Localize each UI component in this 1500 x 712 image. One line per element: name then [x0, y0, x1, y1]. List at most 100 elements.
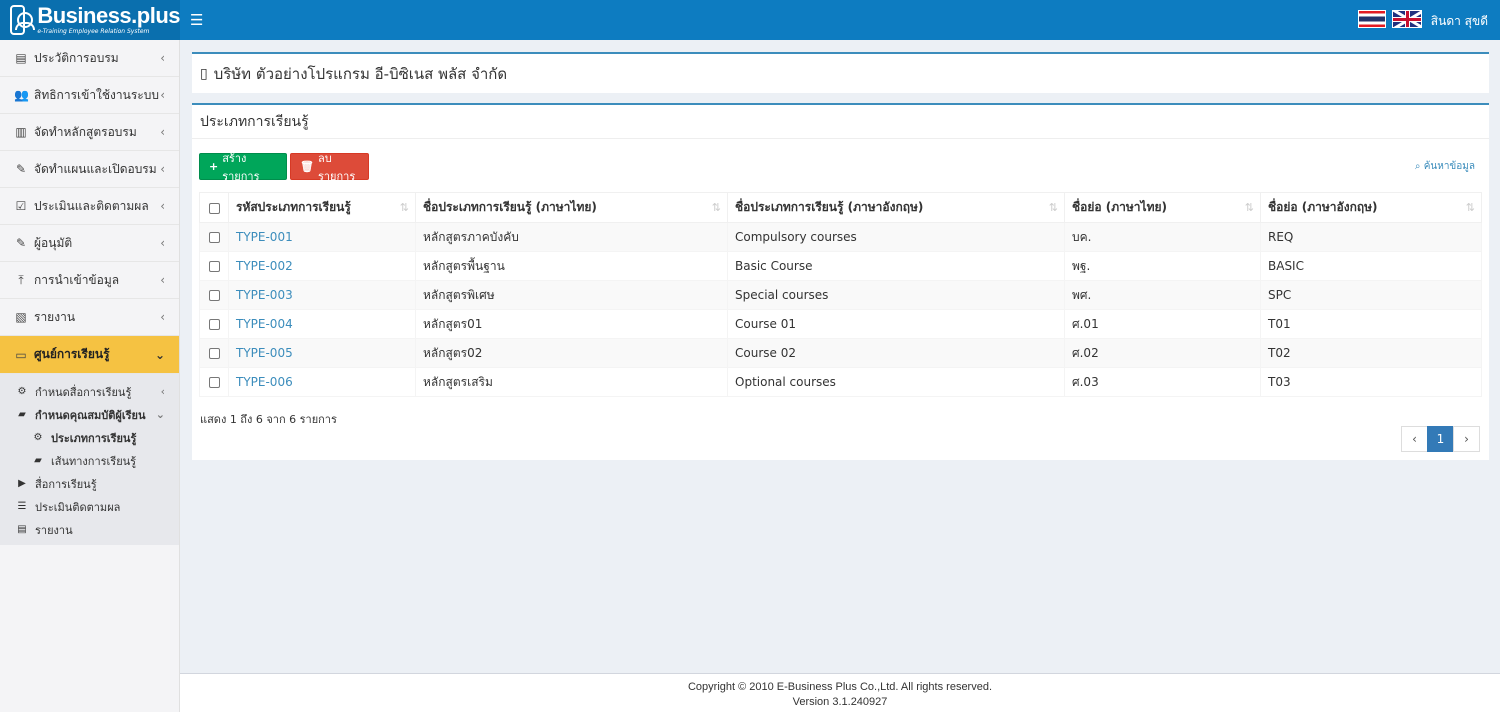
type-code-link[interactable]: TYPE-006: [236, 375, 293, 389]
sidebar-item-training-plan[interactable]: ✎ จัดทำแผนและเปิดอบรม ‹: [0, 151, 179, 188]
list-icon: ☰: [17, 501, 27, 512]
chevron-left-icon: ‹: [160, 162, 165, 176]
submenu-item-learning-path[interactable]: ▰ เส้นทางการเรียนรู้: [0, 449, 179, 472]
cell-name-en: Course 01: [727, 309, 1065, 339]
plus-icon: +: [209, 160, 219, 173]
column-header-abbr-en[interactable]: ชื่อย่อ (ภาษาอังกฤษ) ⇅: [1260, 192, 1482, 223]
cell-name-en: Optional courses: [727, 367, 1065, 397]
sidebar-item-access-rights[interactable]: 👥 สิทธิการเข้าใช้งานระบบ ‹: [0, 77, 179, 114]
chevron-left-icon: ‹: [160, 385, 165, 398]
submenu-item-report[interactable]: ▤ รายงาน: [0, 518, 179, 541]
chevron-left-icon: ‹: [160, 51, 165, 65]
sidebar-item-training-history[interactable]: ▤ ประวัติการอบรม ‹: [0, 40, 179, 77]
submenu-item-learning-type[interactable]: ⚙ ประเภทการเรียนรู้: [0, 426, 179, 449]
logo-tagline: e-Training Employee Relation System: [37, 28, 150, 35]
delete-button-label: ลบรายการ: [317, 151, 356, 183]
chevron-left-icon: ‹: [160, 273, 165, 287]
sidebar: ▤ ประวัติการอบรม ‹ 👥 สิทธิการเข้าใช้งานร…: [0, 40, 180, 712]
upload-icon: ⤒: [18, 272, 24, 287]
cell-name-th: หลักสูตร02: [415, 338, 728, 368]
search-link-label: ค้นหาข้อมูล: [1423, 161, 1475, 172]
page-button-current[interactable]: 1: [1427, 426, 1454, 452]
delete-button[interactable]: 🗑 ลบรายการ: [290, 152, 369, 183]
users-icon: 👥: [14, 88, 29, 102]
select-all-cell: [199, 192, 229, 223]
row-checkbox[interactable]: [208, 377, 220, 388]
top-navbar: Business.plus e-Training Employee Relati…: [0, 0, 1500, 40]
chevron-down-icon: ⌄: [155, 408, 165, 421]
pagination: ‹ 1 ›: [1401, 426, 1480, 452]
sidebar-item-label: จัดทำหลักสูตรอบรม: [34, 124, 137, 139]
row-checkbox[interactable]: [208, 290, 220, 301]
sidebar-item-create-course[interactable]: ▥ จัดทำหลักสูตรอบรม ‹: [0, 114, 179, 151]
sidebar-item-import[interactable]: ⤒ การนำเข้าข้อมูล ‹: [0, 262, 179, 299]
sort-icon: ⇅: [711, 201, 721, 214]
submenu-item-learning-media-setup[interactable]: ⚙ กำหนดสื่อการเรียนรู้ ‹: [0, 380, 179, 403]
sidebar-item-approver[interactable]: ✎ ผู้อนุมัติ ‹: [0, 225, 179, 262]
type-code-link[interactable]: TYPE-004: [236, 317, 293, 331]
footer-version: Version 3.1.240927: [792, 696, 888, 708]
cell-name-th: หลักสูตรพิเศษ: [415, 280, 728, 310]
submenu-item-evaluation[interactable]: ☰ ประเมินติดตามผล: [0, 495, 179, 518]
trash-icon: 🗑: [300, 160, 314, 173]
column-header-name-en[interactable]: ชื่อประเภทการเรียนรู้ (ภาษาอังกฤษ) ⇅: [727, 192, 1065, 223]
pdf-icon: ▧: [15, 310, 27, 324]
file-icon: ▤: [17, 524, 27, 535]
select-all-checkbox[interactable]: [208, 202, 220, 214]
learning-type-panel: ประเภทการเรียนรู้ + สร้างรายการ 🗑 ลบรายก…: [192, 103, 1489, 460]
cell-name-en: Basic Course: [727, 251, 1065, 281]
type-code-link[interactable]: TYPE-002: [236, 259, 293, 273]
company-name: บริษัท ตัวอย่างโปรแกรม อี-บิซิเนส พลัส จ…: [213, 64, 508, 83]
submenu-item-label: ประเมินติดตามผล: [35, 500, 121, 514]
sidebar-item-label: สิทธิการเข้าใช้งานระบบ: [34, 87, 159, 102]
footer: Copyright © 2010 E-Business Plus Co.,Ltd…: [180, 673, 1500, 712]
sidebar-item-label: การนำเข้าข้อมูล: [34, 272, 120, 287]
create-button-label: สร้างรายการ: [222, 151, 260, 183]
column-header-abbr-th[interactable]: ชื่อย่อ (ภาษาไทย) ⇅: [1064, 192, 1261, 223]
create-button[interactable]: + สร้างรายการ: [199, 152, 287, 183]
column-header-code[interactable]: รหัสประเภทการเรียนรู้ ⇅: [228, 192, 416, 223]
column-header-name-th[interactable]: ชื่อประเภทการเรียนรู้ (ภาษาไทย) ⇅: [415, 192, 728, 223]
gear-icon: ⚙: [33, 432, 43, 443]
user-name[interactable]: สินดา สุขดี: [1431, 12, 1488, 31]
type-code-link[interactable]: TYPE-001: [236, 230, 293, 244]
book-icon: ▥: [15, 125, 27, 139]
row-checkbox[interactable]: [208, 232, 220, 243]
cell-abbr-en: T02: [1260, 338, 1482, 368]
table-row: TYPE-006 หลักสูตรเสริม Optional courses …: [199, 367, 1482, 397]
sidebar-item-report[interactable]: ▧ รายงาน ‹: [0, 299, 179, 336]
search-link[interactable]: ⌕ ค้นหาข้อมูล: [1415, 159, 1475, 174]
table-row: TYPE-003 หลักสูตรพิเศษ Special courses พ…: [199, 280, 1482, 310]
row-checkbox[interactable]: [208, 319, 220, 330]
row-checkbox[interactable]: [208, 261, 220, 272]
prev-page-button[interactable]: ‹: [1401, 426, 1428, 452]
sort-icon: ⇅: [1048, 201, 1058, 214]
uk-flag-icon[interactable]: [1392, 10, 1422, 28]
type-code-link[interactable]: TYPE-005: [236, 346, 293, 360]
app-logo[interactable]: Business.plus e-Training Employee Relati…: [0, 0, 180, 40]
submenu-item-label: เส้นทางการเรียนรู้: [51, 454, 137, 468]
cell-abbr-th: บค.: [1064, 222, 1261, 252]
submenu-item-learning-media[interactable]: ▶ สื่อการเรียนรู้: [0, 472, 179, 495]
sidebar-item-learning-center[interactable]: ▭ ศูนย์การเรียนรู้ ⌄: [0, 336, 179, 374]
cell-abbr-th: ศ.02: [1064, 338, 1261, 368]
search-icon: ⌕: [1414, 161, 1421, 172]
next-page-button[interactable]: ›: [1453, 426, 1480, 452]
hamburger-icon[interactable]: ☰: [190, 11, 203, 29]
cell-name-en: Compulsory courses: [727, 222, 1065, 252]
submenu-item-learner-qualifications[interactable]: ▰ กำหนดคุณสมบัติผู้เรียน ⌄: [0, 403, 179, 426]
type-code-link[interactable]: TYPE-003: [236, 288, 293, 302]
cell-abbr-en: BASIC: [1260, 251, 1482, 281]
thai-flag-icon[interactable]: [1358, 10, 1386, 28]
panel-title: ประเภทการเรียนรู้: [192, 105, 1489, 139]
check-square-icon: ☑: [15, 199, 27, 213]
chevron-left-icon: ‹: [160, 199, 165, 213]
table-row: TYPE-005 หลักสูตร02 Course 02 ศ.02 T02: [199, 338, 1482, 368]
sidebar-item-label: รายงาน: [34, 309, 76, 324]
table-row: TYPE-004 หลักสูตร01 Course 01 ศ.01 T01: [199, 309, 1482, 339]
sidebar-item-evaluation[interactable]: ☑ ประเมินและติดตามผล ‹: [0, 188, 179, 225]
book-icon: ▰: [34, 455, 42, 466]
row-checkbox[interactable]: [208, 348, 220, 359]
cell-abbr-th: พฐ.: [1064, 251, 1261, 281]
cell-name-en: Special courses: [727, 280, 1065, 310]
